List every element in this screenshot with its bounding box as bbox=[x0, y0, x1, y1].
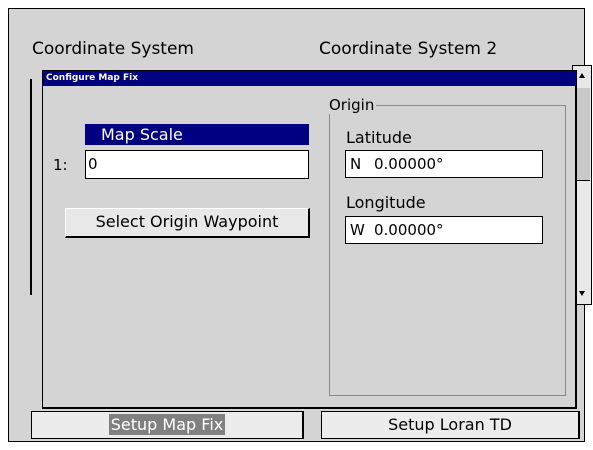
longitude-field[interactable]: W 0.00000° bbox=[345, 216, 543, 244]
longitude-label: Longitude bbox=[346, 193, 426, 212]
configure-map-fix-dialog: Configure Map Fix Map Scale 1: 0 Select … bbox=[42, 70, 577, 409]
map-scale-header: Map Scale bbox=[85, 124, 309, 145]
coordinate-system-2-label: Coordinate System 2 bbox=[319, 39, 498, 59]
latitude-label: Latitude bbox=[346, 128, 412, 147]
tab-setup-map-fix[interactable]: Setup Map Fix bbox=[31, 411, 304, 439]
scroll-down-arrow-icon[interactable] bbox=[579, 291, 585, 296]
left-panel-edge bbox=[30, 79, 32, 295]
tab-setup-loran-td-label: Setup Loran TD bbox=[388, 415, 512, 434]
select-origin-waypoint-button[interactable]: Select Origin Waypoint bbox=[65, 208, 310, 238]
scroll-up-arrow-icon[interactable] bbox=[579, 73, 585, 78]
map-scale-prefix: 1: bbox=[53, 156, 68, 174]
coordinate-system-label: Coordinate System bbox=[32, 39, 194, 59]
tab-setup-loran-td[interactable]: Setup Loran TD bbox=[321, 411, 580, 439]
latitude-direction: N bbox=[350, 155, 362, 173]
origin-group-box bbox=[329, 105, 566, 396]
latitude-field[interactable]: N 0.00000° bbox=[345, 150, 543, 178]
latitude-value: 0.00000° bbox=[374, 155, 444, 173]
dialog-title-bar[interactable]: Configure Map Fix bbox=[43, 71, 576, 86]
tab-setup-map-fix-label: Setup Map Fix bbox=[108, 414, 226, 435]
main-screen: Coordinate System Coordinate System 2 Se… bbox=[8, 8, 592, 442]
longitude-direction: W bbox=[350, 221, 365, 239]
longitude-value: 0.00000° bbox=[374, 221, 444, 239]
map-scale-input[interactable]: 0 bbox=[85, 150, 309, 179]
origin-legend: Origin bbox=[329, 96, 377, 114]
